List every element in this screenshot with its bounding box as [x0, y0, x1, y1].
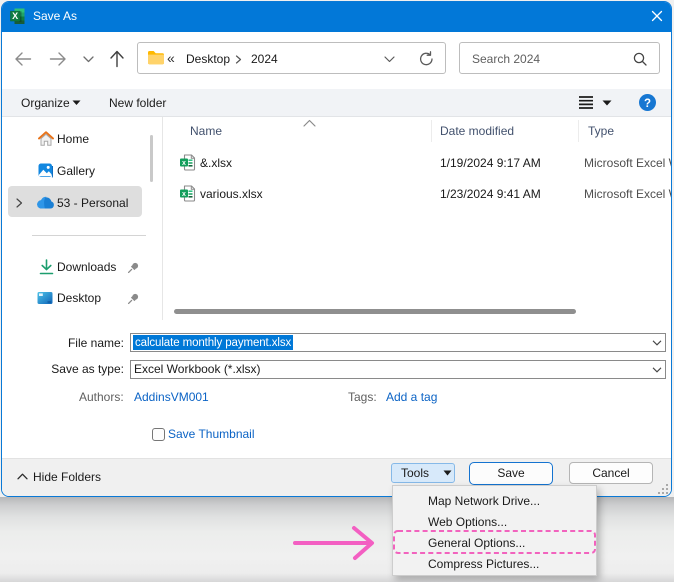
svg-text:x: x [182, 191, 186, 198]
svg-text:x: x [182, 160, 186, 167]
svg-text:X: X [12, 11, 18, 21]
